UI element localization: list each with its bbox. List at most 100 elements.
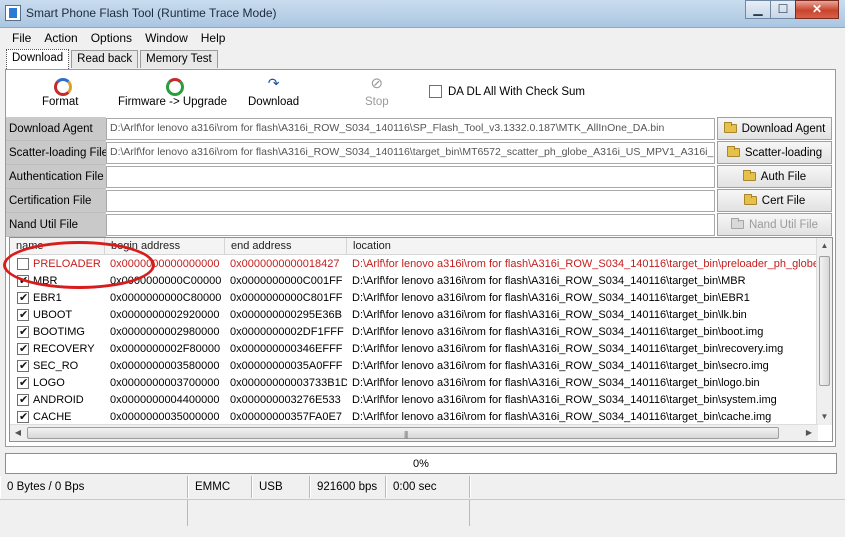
tab-memory-test[interactable]: Memory Test [140, 50, 218, 68]
auth-file-button[interactable]: Auth File [717, 165, 832, 188]
scatter-loading-field[interactable]: D:\Arlf\for lenovo a316i\rom for flash\A… [106, 142, 715, 164]
begin-address-cell: 0x0000000000C80000 [110, 292, 222, 304]
partition-name-cell: RECOVERY [33, 343, 95, 355]
stop-button[interactable]: ⊘ Stop [365, 76, 389, 108]
end-address-cell: 0x0000000000C001FF [230, 275, 343, 287]
row-checkbox[interactable] [17, 376, 29, 389]
row-checkbox[interactable] [17, 291, 29, 304]
location-cell: D:\Arlf\for lenovo a316i\rom for flash\A… [352, 292, 750, 304]
scroll-up-icon[interactable]: ▲ [817, 238, 832, 254]
partition-name-cell: SEC_RO [33, 360, 79, 372]
download-agent-button[interactable]: Download Agent [717, 117, 832, 140]
location-cell: D:\Arlf\for lenovo a316i\rom for flash\A… [352, 309, 747, 321]
table-row[interactable]: LOGO 0x0000000003700000 0x00000000003733B1… [10, 375, 818, 392]
column-header-location[interactable]: location [347, 238, 818, 255]
table-row[interactable]: PRELOADER 0x0000000000000000 0x00000000000… [10, 256, 818, 273]
column-header-name[interactable]: name [10, 238, 105, 255]
row-checkbox[interactable] [17, 274, 29, 287]
location-cell: D:\Arlf\for lenovo a316i\rom for flash\A… [352, 411, 772, 423]
begin-address-cell: 0x0000000003580000 [110, 360, 220, 372]
scroll-right-icon[interactable]: ▶ [801, 425, 817, 441]
table-row[interactable]: SEC_RO 0x0000000003580000 0x00000000035A0F… [10, 358, 818, 375]
menu-action[interactable]: Action [38, 28, 84, 48]
horizontal-scroll-thumb[interactable]: ||| [27, 427, 779, 439]
row-checkbox[interactable] [17, 410, 29, 423]
tab-download[interactable]: Download [6, 49, 70, 69]
checksum-checkbox[interactable] [429, 85, 442, 98]
app-icon [5, 5, 21, 21]
table-row[interactable]: MBR 0x0000000000C00000 0x0000000000C001FF D… [10, 273, 818, 290]
menu-options[interactable]: Options [85, 28, 139, 48]
row-checkbox[interactable] [17, 342, 29, 355]
nand-util-row: Nand Util File Nand Util File [6, 213, 837, 237]
vertical-scrollbar[interactable]: ▲ ▼ [816, 238, 832, 425]
end-address-cell: 0x0000000000018427 [230, 258, 340, 270]
tab-strip: Download Read back Memory Test [6, 49, 220, 69]
menu-file[interactable]: File [6, 28, 38, 48]
end-address-cell: 0x00000000035A0FFF [230, 360, 343, 372]
row-checkbox[interactable] [17, 359, 29, 372]
location-cell: D:\Arlf\for lenovo a316i\rom for flash\A… [352, 343, 784, 355]
scroll-left-icon[interactable]: ◀ [10, 425, 26, 441]
begin-address-cell: 0x0000000000000000 [110, 258, 220, 270]
nand-util-button[interactable]: Nand Util File [717, 213, 832, 236]
status-baud-rate: 921600 bps [310, 476, 386, 498]
checksum-option[interactable]: DA DL All With Check Sum [429, 85, 585, 98]
row-checkbox[interactable] [17, 308, 29, 321]
folder-icon [743, 194, 757, 205]
title-bar[interactable]: Smart Phone Flash Tool (Runtime Trace Mo… [0, 0, 845, 28]
tab-read-back[interactable]: Read back [71, 50, 139, 68]
firmware-upgrade-button[interactable]: Firmware -> Upgrade [118, 76, 227, 108]
menu-window[interactable]: Window [139, 28, 195, 48]
menu-bar: File Action Options Window Help [0, 28, 845, 48]
maximize-button[interactable]: ☐ [770, 0, 796, 19]
partition-name-cell: BOOTIMG [33, 326, 85, 338]
location-cell: D:\Arlf\for lenovo a316i\rom for flash\A… [352, 360, 769, 372]
format-button[interactable]: Format [42, 76, 78, 108]
format-icon [52, 76, 73, 96]
main-window: Smart Phone Flash Tool (Runtime Trace Mo… [0, 0, 845, 537]
table-row[interactable]: BOOTIMG 0x0000000002980000 0x0000000002DF1… [10, 324, 818, 341]
firmware-upgrade-label: Firmware -> Upgrade [118, 96, 227, 108]
scroll-down-icon[interactable]: ▼ [817, 409, 832, 425]
end-address-cell: 0x000000003276E533 [230, 394, 341, 406]
folder-icon [742, 170, 756, 181]
row-checkbox[interactable] [17, 393, 29, 406]
begin-address-cell: 0x0000000035000000 [110, 411, 220, 423]
window-controls: ▁ ☐ ✕ [745, 0, 839, 20]
status-bar: 0 Bytes / 0 Bps EMMC USB 921600 bps 0:00… [0, 476, 845, 498]
location-cell: D:\Arlf\for lenovo a316i\rom for flash\A… [352, 394, 777, 406]
begin-address-cell: 0x0000000002F80000 [110, 343, 221, 355]
minimize-button[interactable]: ▁ [745, 0, 771, 19]
table-row[interactable]: ANDROID 0x0000000004400000 0x000000003276E… [10, 392, 818, 409]
table-row[interactable]: EBR1 0x0000000000C80000 0x0000000000C801FF… [10, 290, 818, 307]
download-label: Download [248, 96, 300, 108]
column-header-end-address[interactable]: end address [225, 238, 347, 255]
nand-util-field[interactable] [106, 214, 715, 236]
format-label: Format [42, 96, 79, 108]
authentication-field[interactable] [106, 166, 715, 188]
cert-file-button[interactable]: Cert File [717, 189, 832, 212]
download-button[interactable]: ↷ Download [248, 76, 299, 108]
scatter-loading-button-label: Scatter-loading [744, 146, 823, 159]
menu-help[interactable]: Help [195, 28, 233, 48]
download-agent-button-label: Download Agent [741, 122, 826, 135]
download-agent-field[interactable]: D:\Arlf\for lenovo a316i\rom for flash\A… [106, 118, 715, 140]
scatter-loading-label: Scatter-loading File [6, 141, 108, 165]
certification-field[interactable] [106, 190, 715, 212]
column-header-begin-address[interactable]: begin address [105, 238, 225, 255]
vertical-scroll-thumb[interactable] [819, 256, 830, 386]
table-row[interactable]: UBOOT 0x0000000002920000 0x000000000295E36… [10, 307, 818, 324]
secondary-status-bar [0, 499, 845, 526]
partition-name-cell: UBOOT [33, 309, 73, 321]
close-button[interactable]: ✕ [795, 0, 839, 19]
row-checkbox[interactable] [17, 325, 29, 338]
table-row[interactable]: RECOVERY 0x0000000002F80000 0x000000000346… [10, 341, 818, 358]
begin-address-cell: 0x0000000003700000 [110, 377, 220, 389]
horizontal-scrollbar[interactable]: ◀ ||| ▶ [10, 424, 818, 441]
scroll-grip-icon: ||| [404, 430, 408, 439]
begin-address-cell: 0x0000000000C00000 [110, 275, 222, 287]
scatter-loading-button[interactable]: Scatter-loading [717, 141, 832, 164]
partition-name-cell: EBR1 [33, 292, 62, 304]
row-checkbox[interactable] [17, 258, 29, 270]
